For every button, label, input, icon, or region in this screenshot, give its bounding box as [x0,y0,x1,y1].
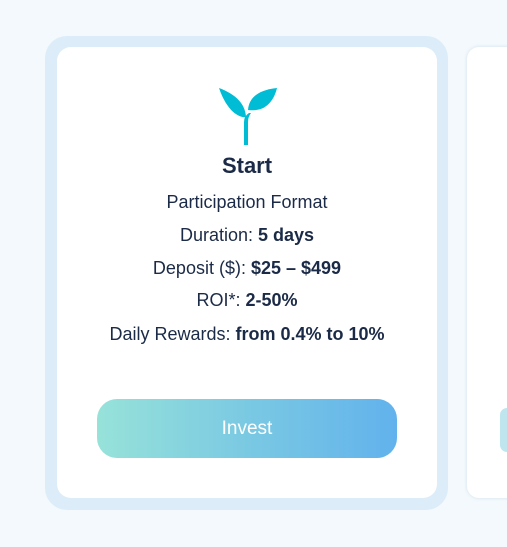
deposit-row: Deposit ($): $25 – $499 [57,257,437,279]
duration-value: 5 days [258,225,315,245]
duration-label: Duration: [179,225,258,245]
deposit-label: Deposit ($): [152,258,251,278]
sprout-icon-graphic [219,88,277,145]
sprout-icon [215,85,279,149]
investment-plans-section: Start Participation Format Duration: 5 d… [0,0,507,547]
next-plan-card-accent [500,408,507,452]
deposit-value: $25 – $499 [250,258,342,278]
duration-row: Duration: 5 days [57,224,437,246]
roi-value: 2-50% [245,290,298,310]
plan-title: Start [221,153,273,178]
daily-rewards-row: Daily Rewards: from 0.4% to 10% [87,318,407,351]
invest-button[interactable]: Invest [97,399,397,458]
roi-row: ROI*: 2-50% [57,289,437,311]
participation-format-label: Participation Format [57,191,437,213]
roi-label: ROI*: [196,290,246,310]
format-text: Participation Format [166,192,328,212]
daily-rewards-value: from 0.4% to 10% [235,324,385,344]
daily-rewards-label: Daily Rewards: [109,324,236,344]
plan-card-start: Start Participation Format Duration: 5 d… [57,47,437,498]
